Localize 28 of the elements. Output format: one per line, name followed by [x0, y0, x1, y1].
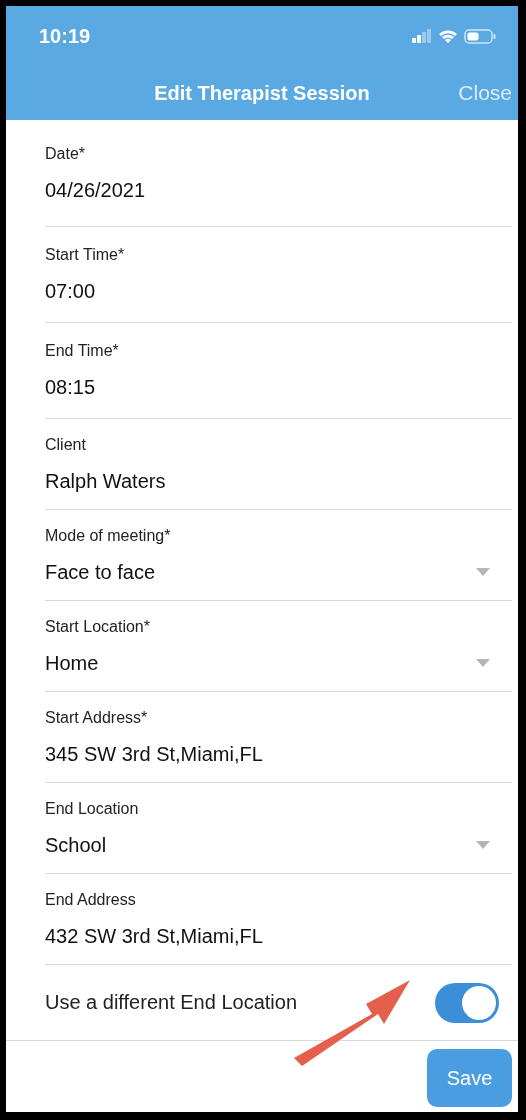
field-value[interactable]: 07:00	[45, 280, 96, 303]
signal-icon	[412, 29, 432, 43]
dropdown-value[interactable]: Face to face	[45, 560, 156, 584]
field-label: End Address	[45, 890, 136, 909]
field-label: End Time*	[45, 342, 119, 360]
field-label: End Location	[45, 799, 139, 818]
field-label: Client	[45, 435, 86, 454]
field-value[interactable]: 345 SW 3rd St,Miami,FL	[45, 742, 263, 766]
toggle-label: Use a different End Location	[45, 991, 298, 1014]
field-label: Mode of meeting*	[45, 526, 171, 545]
dropdown-caret-icon[interactable]	[476, 568, 490, 576]
dropdown-value[interactable]: Home	[45, 651, 99, 675]
status-time: 10:19	[39, 24, 91, 48]
dropdown-caret-icon[interactable]	[476, 659, 490, 667]
dropdown-value[interactable]: School	[45, 833, 107, 857]
field-label: Date*	[45, 144, 86, 163]
field-value[interactable]: 08:15	[45, 376, 96, 399]
field-label: Start Location*	[45, 617, 150, 636]
field-label: Start Time*	[45, 246, 125, 264]
battery-icon	[464, 28, 496, 44]
dropdown-caret-icon[interactable]	[476, 841, 490, 849]
field-value[interactable]: 04/26/2021	[45, 178, 146, 202]
toggle-switch[interactable]	[435, 982, 499, 1023]
field-label: Start Address*	[45, 708, 148, 727]
field-value[interactable]: 432 SW 3rd St,Miami,FL	[45, 924, 263, 948]
field-value[interactable]: Ralph Waters	[45, 469, 166, 493]
wifi-icon	[438, 28, 458, 44]
screen-title: Edit Therapist Session	[154, 81, 370, 105]
